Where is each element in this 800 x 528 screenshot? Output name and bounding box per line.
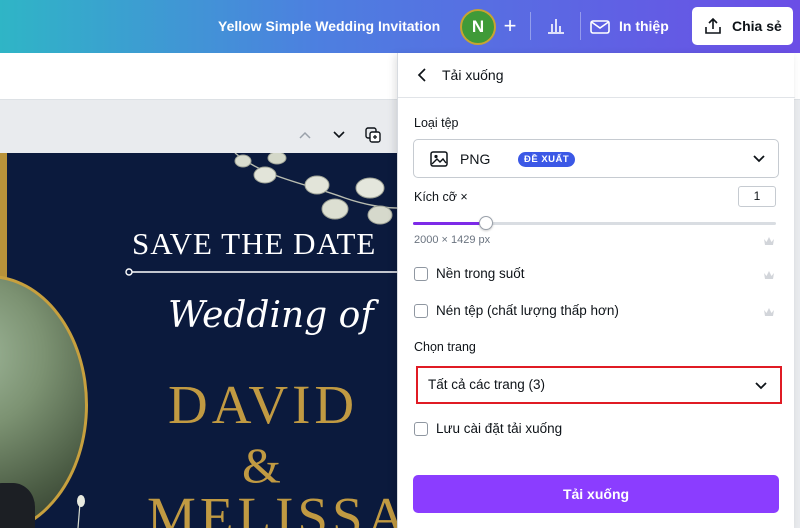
flower-decoration [77,495,85,528]
bride-name[interactable]: MELISSA [147,485,397,528]
select-pages-inner: Tất cả các trang (3) [418,368,780,402]
crown-icon [764,237,774,245]
size-slider-fill [413,222,486,225]
page-up-button[interactable] [296,126,314,144]
recommended-badge: ĐỀ XUẤT [518,152,576,167]
size-slider-handle[interactable] [479,216,493,230]
chevron-left-icon [417,68,426,82]
save-the-date-text[interactable]: SAVE THE DATE [132,226,376,262]
groom-name[interactable]: DAVID [168,373,358,436]
page-down-button[interactable] [330,126,348,144]
select-pages-dropdown[interactable]: Tất cả các trang (3) [416,366,782,404]
download-panel: Tải xuống Loại tệp PNG ĐỀ XUẤT Kích cỡ ×… [397,53,795,528]
envelope-icon [590,20,610,34]
dimensions-text: 2000 × 1429 px [414,234,491,246]
save-download-settings-option[interactable]: Lưu cài đặt tải xuống [414,421,562,436]
eucalyptus-leaves-decoration [234,153,397,225]
transparent-bg-checkbox[interactable] [414,266,428,281]
file-type-select[interactable]: PNG ĐỀ XUẤT [413,139,779,178]
save-settings-label: Lưu cài đặt tải xuống [436,421,563,436]
chevron-down-icon [753,155,765,163]
transparent-background-option[interactable]: Nền trong suốt [414,266,525,281]
compress-file-option[interactable]: Nén tệp (chất lượng thấp hơn) [414,303,619,318]
select-pages-value: Tất cả các trang (3) [428,377,546,392]
file-type-label: Loại tệp [414,116,459,130]
chevron-up-icon [299,131,311,139]
print-label: In thiệp [619,18,669,34]
document-title[interactable]: Yellow Simple Wedding Invitation [218,18,440,34]
add-collaborator-button[interactable]: + [496,10,524,42]
back-button[interactable] [412,66,430,84]
size-input[interactable]: 1 [738,186,776,207]
wedding-of-script[interactable]: Wedding of [168,295,374,336]
transparent-bg-label: Nền trong suốt [436,266,525,281]
user-avatar[interactable]: N [460,9,496,45]
compress-file-label: Nén tệp (chất lượng thấp hơn) [436,303,619,318]
ornament-divider [125,268,397,276]
invitation-canvas[interactable]: SAVE THE DATE Wedding of DAVID & MELISSA [0,153,397,528]
chevron-down-icon [333,131,345,139]
header-divider [530,12,531,40]
compress-file-checkbox[interactable] [414,303,428,318]
chevron-down-icon [755,382,767,390]
select-pages-label: Chọn trang [414,340,476,354]
panel-title: Tải xuống [442,67,504,83]
duplicate-icon [365,127,381,143]
share-button[interactable]: Chia sẻ [692,7,793,45]
crown-icon [764,308,774,316]
share-label: Chia sẻ [732,18,782,34]
panel-header: Tải xuống [398,53,795,98]
top-header: Yellow Simple Wedding Invitation N + In … [0,0,800,53]
insights-button[interactable] [537,9,575,43]
bar-chart-icon [548,19,564,34]
header-divider [580,12,581,40]
crown-icon [764,271,774,279]
size-label: Kích cỡ × [414,190,468,204]
image-icon [430,151,448,167]
print-invitation-button[interactable]: In thiệp [582,9,684,43]
share-upload-icon [705,17,721,34]
file-type-value: PNG [460,151,491,167]
save-settings-checkbox[interactable] [414,421,428,436]
duplicate-page-button[interactable] [364,126,382,144]
download-button[interactable]: Tải xuống [413,475,779,513]
